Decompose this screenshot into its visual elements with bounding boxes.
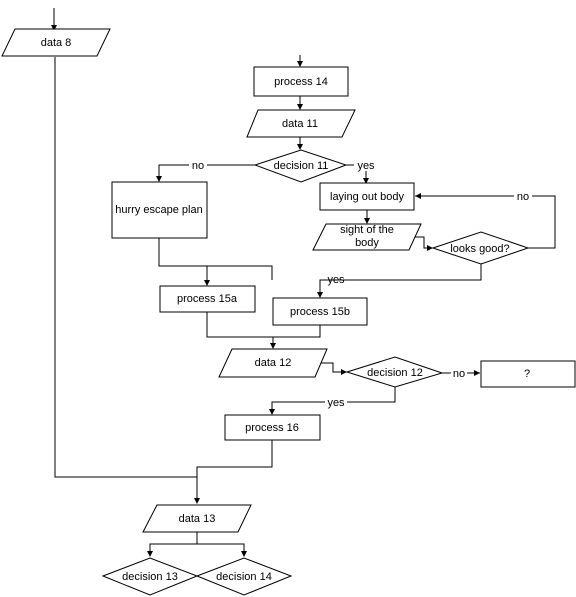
node-label: process 15b — [290, 306, 350, 318]
node-label: hurry escape plan — [115, 204, 202, 216]
edge-label-decision-11-yes: yes — [357, 160, 375, 172]
arrow-head — [297, 104, 303, 110]
node-hurry-escape-plan[interactable]: hurry escape plan — [111, 181, 208, 239]
flowchart: no yes no yes no yes data 8 process 14 d… — [1, 8, 576, 596]
arrow-head — [297, 61, 303, 67]
connector-data-13-split — [149, 532, 245, 556]
arrow-head — [297, 144, 303, 150]
node-data-13[interactable]: data 13 — [142, 504, 252, 533]
node-label: process 15a — [177, 293, 238, 305]
node-decision-13[interactable]: decision 13 — [101, 557, 199, 596]
arrow-head — [317, 292, 323, 298]
arrow-head — [147, 551, 153, 557]
arrow-head — [241, 551, 247, 557]
node-label: decision 11 — [274, 160, 329, 172]
node-process-16[interactable]: process 16 — [224, 414, 321, 441]
arrow-head — [270, 343, 276, 349]
edge-label-decision-11-no: no — [192, 160, 204, 172]
node-label: process 16 — [245, 422, 299, 434]
node-data-12[interactable]: data 12 — [218, 348, 328, 378]
connector-process-16-to-data-13 — [196, 440, 273, 477]
edge-label-looks-good-yes: yes — [327, 274, 345, 286]
node-label: decision 14 — [216, 571, 272, 583]
node-data-8[interactable]: data 8 — [1, 28, 111, 57]
node-label: decision 13 — [122, 571, 178, 583]
node-decision-12[interactable]: decision 12 — [345, 356, 444, 388]
node-decision-11[interactable]: decision 11 — [253, 149, 348, 183]
node-looks-good[interactable]: looks good? — [431, 231, 530, 265]
connector-hurry-to-15a — [158, 238, 208, 285]
edge-label-decision-12-yes: yes — [327, 397, 345, 409]
node-label: looks good? — [450, 243, 509, 255]
edge-label-looks-good-no: no — [517, 191, 529, 203]
connector-hurry-branch — [207, 265, 273, 280]
node-label: data 11 — [282, 118, 318, 130]
node-decision-14[interactable]: decision 14 — [195, 557, 293, 596]
node-data-11[interactable]: data 11 — [246, 109, 356, 138]
connector-sight-to-looks-good — [415, 236, 433, 249]
node-label: process 14 — [274, 76, 328, 88]
node-label: data 8 — [41, 37, 72, 49]
node-label: decision 12 — [367, 367, 423, 379]
node-process-15b[interactable]: process 15b — [272, 297, 368, 326]
node-label: data 12 — [255, 357, 292, 369]
node-sight-of-the-body[interactable]: sight of the body — [312, 223, 422, 251]
connector-15b-to-data-12 — [273, 325, 321, 338]
node-laying-out-body[interactable]: laying out body — [319, 182, 415, 211]
node-label: ? — [524, 368, 530, 380]
node-label: data 13 — [179, 513, 216, 525]
arrow-head — [194, 498, 200, 504]
connector-data-8-to-data-13 — [54, 57, 198, 503]
node-label-line-2: body — [355, 237, 379, 249]
arrow-head — [269, 409, 275, 415]
node-label-line-1: sight of the — [340, 224, 394, 236]
node-process-14[interactable]: process 14 — [253, 66, 349, 97]
arrow-head — [204, 280, 210, 286]
edge-label-decision-12-no: no — [453, 368, 465, 380]
arrow-head — [415, 193, 421, 199]
node-process-15a[interactable]: process 15a — [159, 285, 256, 313]
connector-15a-to-data-12 — [206, 312, 274, 348]
arrow-head — [156, 176, 162, 182]
node-label: laying out body — [330, 191, 404, 203]
arrow-head — [474, 370, 480, 376]
node-unknown[interactable]: ? — [480, 360, 576, 388]
